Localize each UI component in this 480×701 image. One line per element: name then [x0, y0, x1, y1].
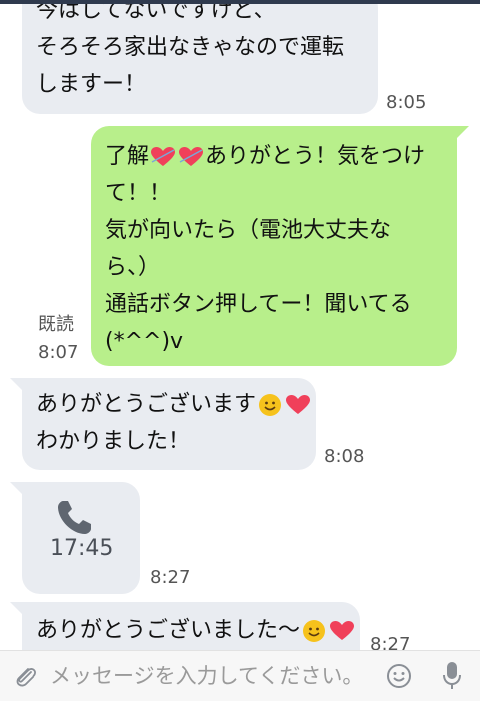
message-line: て！！ — [105, 181, 172, 206]
message-text: 了解 — [105, 144, 150, 169]
message-line: ありがとうございました〜 — [36, 612, 355, 649]
message-input-bar — [0, 650, 480, 701]
message-time: 8:27 — [150, 567, 191, 588]
message-list[interactable]: 今はしてないですけど、 そろそろ家出なきゃなので運転 しますー！ 8:05 既読… — [0, 4, 480, 650]
paperclip-icon[interactable] — [12, 663, 36, 689]
message-input[interactable] — [50, 660, 380, 692]
message-text: ありがとうございました〜 — [36, 618, 301, 643]
message-line: ありがとうございます — [36, 386, 311, 423]
microphone-icon[interactable] — [442, 661, 462, 691]
message-time: 8:27 — [370, 634, 411, 650]
message-time: 8:07 — [38, 342, 79, 363]
emoji-icon[interactable] — [386, 663, 412, 689]
incoming-message[interactable]: 今はしてないですけど、 そろそろ家出なきゃなので運転 しますー！ — [22, 4, 378, 114]
heart-icon — [151, 147, 176, 166]
heart-icon — [330, 621, 355, 640]
message-line: しますー！ — [36, 72, 147, 97]
smile-icon — [303, 620, 326, 642]
heart-icon — [179, 147, 204, 166]
read-receipt: 既読 — [38, 314, 74, 335]
message-line: 今はしてないですけど、 — [36, 4, 276, 23]
message-line: 通話ボタン押してー！聞いてる — [105, 292, 412, 317]
incoming-message[interactable]: ありがとうございました〜 — [10, 602, 360, 650]
message-time: 8:05 — [386, 92, 427, 113]
message-line: 了解 ありがとう！気をつけ — [105, 138, 443, 175]
message-line: (*^^)v — [105, 329, 184, 354]
call-message[interactable]: 17:45 — [10, 482, 140, 594]
heart-icon — [286, 395, 311, 414]
call-duration: 17:45 — [50, 536, 114, 561]
message-line: 気が向いたら（電池大丈夫な — [105, 218, 392, 243]
message-time: 8:08 — [324, 446, 365, 467]
message-text: ありがとう！気をつけ — [205, 144, 426, 169]
message-line: ら、） — [105, 255, 161, 280]
message-text: ありがとうございます — [36, 392, 257, 417]
incoming-message[interactable]: ありがとうございます わかりました！ — [10, 378, 316, 470]
message-line: そろそろ家出なきゃなので運転 — [36, 35, 345, 60]
outgoing-message[interactable]: 了解 ありがとう！気をつけ て！！ 気が向いたら（電池大丈夫な ら、） 通話ボタ… — [91, 126, 469, 366]
smile-icon — [259, 394, 282, 416]
message-line: わかりました！ — [36, 429, 191, 454]
